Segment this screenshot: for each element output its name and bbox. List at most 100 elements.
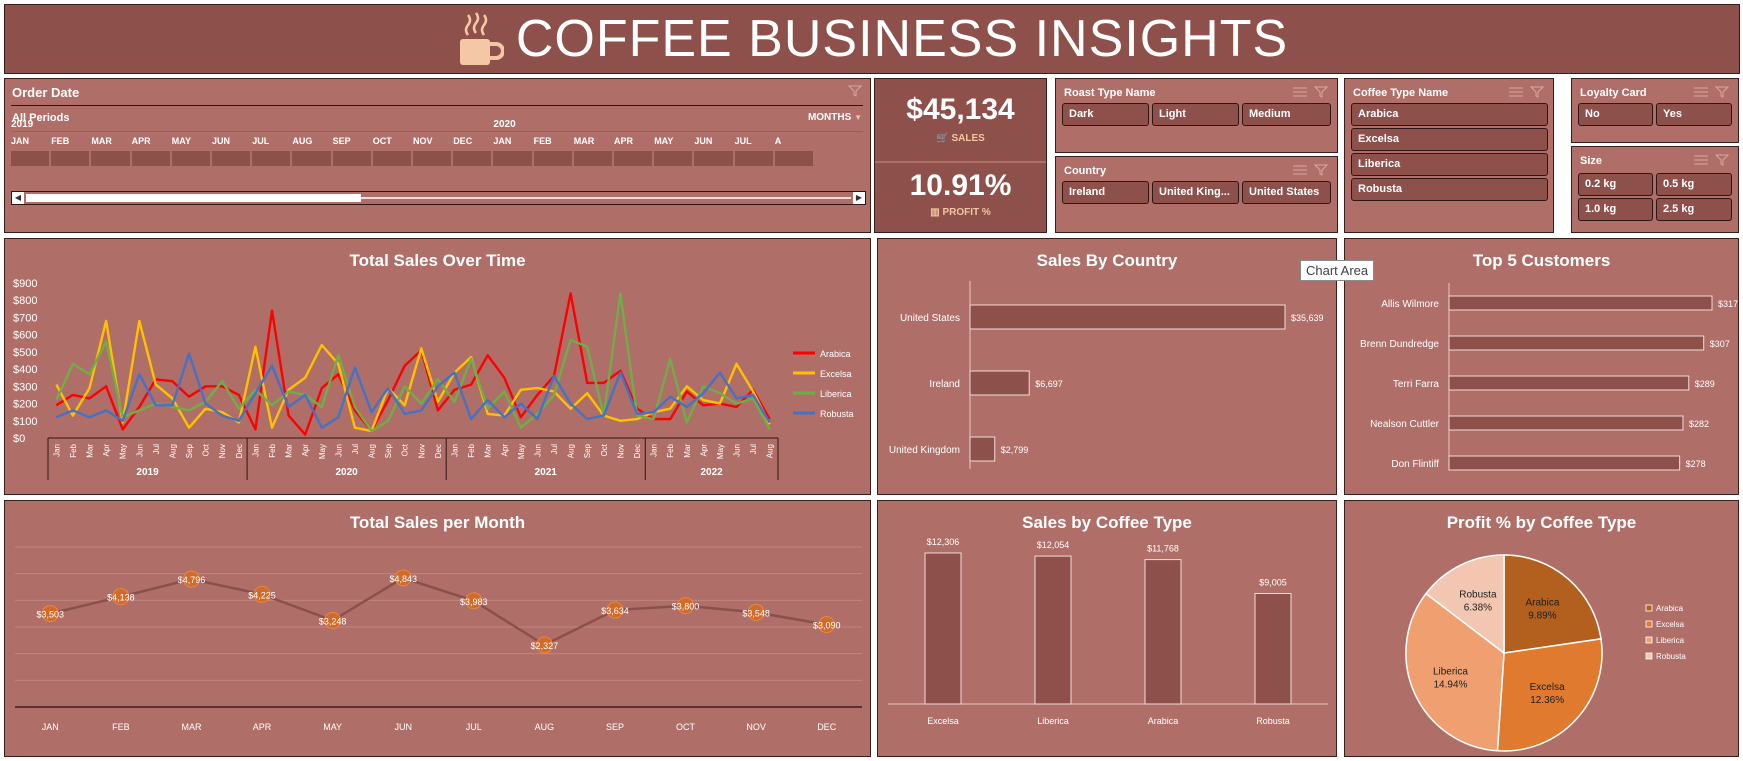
multi-select-icon[interactable] [1291, 163, 1329, 177]
timeline-scrollbar[interactable]: ◀ ▶ [11, 191, 866, 205]
slicer-item-1-0kg[interactable]: 1.0 kg [1578, 198, 1653, 221]
slicer-item-united-kingdom[interactable]: United King... [1152, 181, 1239, 204]
timeline-month-cell[interactable] [694, 151, 734, 166]
x-tick-label: APR [253, 722, 272, 732]
timeline-month-cell[interactable] [332, 151, 372, 166]
timeline-month-cell[interactable] [91, 151, 131, 166]
order-date-timeline[interactable]: Order Date All Periods MONTHS ▼ JAN FEB MA… [4, 78, 871, 233]
y-tick-label: $0 [13, 433, 25, 445]
slicer-item-liberica[interactable]: Liberica [1351, 153, 1548, 176]
year-label: 2021 [535, 467, 558, 478]
scroll-left-arrow-icon[interactable]: ◀ [12, 192, 24, 204]
top-customers-chart[interactable]: Allis Wilmore $317 Brenn Dundredge $307 Terr… [1345, 239, 1740, 496]
timeline-month-cell[interactable] [614, 151, 654, 166]
scrollbar-thumb[interactable] [26, 194, 361, 202]
timeline-month-cell[interactable] [453, 151, 493, 166]
timeline-month-cell[interactable] [131, 151, 171, 166]
sales-by-country-panel[interactable]: Sales By Country United States $35,639 Ire… [877, 238, 1337, 495]
x-tick-label: SEP [606, 722, 624, 732]
x-tick-label: Apr [301, 444, 310, 457]
clear-filter-icon[interactable] [848, 85, 862, 97]
series-line-excelsa [55, 319, 771, 433]
timeline-unit-dropdown[interactable]: MONTHS ▼ [808, 112, 862, 123]
x-tick-label: Mar [683, 444, 692, 458]
loyalty-card-slicer[interactable]: Loyalty Card No Yes [1571, 78, 1739, 143]
slicer-item-robusta[interactable]: Robusta [1351, 178, 1548, 201]
kpi-card: $45,134 🛒 SALES 10.91% ▥ PROFIT % [874, 78, 1047, 233]
x-tick-label: Jul [749, 444, 758, 454]
year-label: 2019 [136, 467, 159, 478]
profit-by-coffee-type-chart[interactable]: Arabica 9.89% Excelsa 12.36% Liberica 14.94% R… [1345, 501, 1740, 758]
slicer-item-2-5kg[interactable]: 2.5 kg [1656, 198, 1732, 221]
timeline-month-cell[interactable] [734, 151, 774, 166]
timeline-month-cell[interactable] [212, 151, 252, 166]
category-label: United States [900, 313, 960, 324]
timeline-month-label: JUL [252, 136, 270, 146]
timeline-month-label: MAR [573, 136, 595, 146]
roast-type-slicer[interactable]: Roast Type Name Dark Light Medium [1055, 78, 1338, 153]
timeline-year-label: 2020 [493, 119, 516, 130]
country-slicer[interactable]: Country Ireland United King... United St… [1055, 156, 1338, 233]
timeline-month-cell[interactable] [774, 151, 814, 166]
x-tick-label: Robusta [1256, 716, 1290, 726]
timeline-month-label: DEC [453, 136, 473, 146]
multi-select-icon[interactable] [1692, 153, 1730, 167]
slicer-item-light[interactable]: Light [1152, 103, 1239, 126]
timeline-month-cell[interactable] [292, 151, 332, 166]
bar [1448, 415, 1684, 431]
slicer-item-united-states[interactable]: United States [1242, 181, 1331, 204]
scroll-right-arrow-icon[interactable]: ▶ [853, 192, 865, 204]
timeline-month-cell[interactable] [252, 151, 292, 166]
slicer-item-dark[interactable]: Dark [1062, 103, 1149, 126]
timeline-month-cell[interactable] [573, 151, 613, 166]
slice-category-label: Robusta [1459, 589, 1497, 600]
slicer-item-excelsa[interactable]: Excelsa [1351, 128, 1548, 151]
x-tick-label: FEB [112, 722, 130, 732]
slicer-item-no[interactable]: No [1578, 103, 1653, 126]
size-slicer[interactable]: Size 0.2 kg 0.5 kg 1.0 kg 2.5 kg [1571, 146, 1739, 233]
slicer-item-0-2kg[interactable]: 0.2 kg [1578, 173, 1653, 196]
series-line-arabica [55, 292, 771, 436]
sales-label-row: 🛒 SALES [875, 133, 1046, 144]
x-tick-label: Oct [401, 443, 410, 456]
timeline-month-cell[interactable] [493, 151, 533, 166]
y-tick-label: $600 [13, 330, 37, 342]
slicer-item-medium[interactable]: Medium [1242, 103, 1331, 126]
multi-select-icon[interactable] [1507, 85, 1545, 99]
slicer-item-ireland[interactable]: Ireland [1062, 181, 1149, 204]
data-label: $3,503 [37, 610, 65, 620]
coffee-type-slicer[interactable]: Coffee Type Name Arabica Excelsa Liberic… [1344, 78, 1554, 233]
total-sales-over-time-panel[interactable]: Total Sales Over Time $900 $800 $700 $600 $5… [4, 238, 871, 495]
timeline-month-cell[interactable] [51, 151, 91, 166]
timeline-month-label: OCT [372, 136, 392, 146]
top-5-customers-panel[interactable]: Top 5 Customers Allis Wilmore $317 Brenn D… [1344, 238, 1739, 495]
data-label: $3,800 [672, 602, 700, 612]
sales-over-time-chart[interactable]: $900 $800 $700 $600 $500 $400 $300 $200 $100 $0 Ja… [5, 239, 872, 496]
timeline-month-label: MAY [171, 136, 191, 146]
timeline-month-cell[interactable] [413, 151, 453, 166]
slicer-item-yes[interactable]: Yes [1656, 103, 1732, 126]
x-tick-label: OCT [676, 722, 696, 732]
sales-by-coffee-type-chart[interactable]: $12,306 Excelsa $12,054 Liberica $11,768 Arab… [878, 501, 1338, 758]
timeline-month-cell[interactable] [11, 151, 51, 166]
x-tick-label: Mar [285, 444, 294, 458]
multi-select-icon[interactable] [1692, 85, 1730, 99]
timeline-month-cell[interactable] [654, 151, 694, 166]
sales-value: $45,134 [906, 93, 1015, 126]
total-sales-per-month-panel[interactable]: Total Sales per Month $3,503 JAN $4,138 FEB… [4, 500, 871, 757]
timeline-month-cell[interactable] [171, 151, 211, 166]
category-label: Ireland [929, 379, 960, 390]
legend-swatch [1645, 604, 1653, 612]
slicer-title: Loyalty Card [1580, 87, 1647, 99]
data-label: $9,005 [1259, 578, 1287, 588]
sales-by-country-chart[interactable]: United States $35,639 Ireland $6,697 United … [878, 239, 1338, 496]
timeline-month-cell[interactable] [533, 151, 573, 166]
sales-per-month-chart[interactable]: $3,503 JAN $4,138 FEB $4,796 MAR $4,225 APR $3,2… [5, 501, 872, 758]
timeline-month-label: FEB [51, 136, 70, 146]
sales-by-coffee-type-panel[interactable]: Sales by Coffee Type $12,306 Excelsa $12,0… [877, 500, 1337, 757]
slicer-item-0-5kg[interactable]: 0.5 kg [1656, 173, 1732, 196]
slicer-item-arabica[interactable]: Arabica [1351, 103, 1548, 126]
multi-select-icon[interactable] [1291, 85, 1329, 99]
profit-by-coffee-type-panel[interactable]: Profit % by Coffee Type Arabica 9.89% Exce… [1344, 500, 1739, 757]
timeline-month-cell[interactable] [372, 151, 412, 166]
